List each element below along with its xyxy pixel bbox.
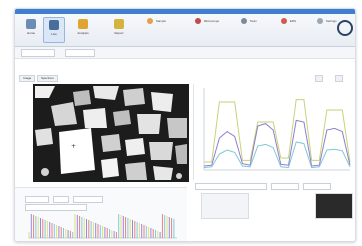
ribbon-group-label: Scan	[249, 18, 257, 23]
line-chart-panel	[193, 84, 355, 180]
ribbon-group-label: Microscope	[203, 18, 220, 23]
document-icon	[114, 19, 124, 29]
ribbon-button-label: Report	[114, 31, 124, 35]
bottom-right-field[interactable]	[195, 183, 267, 190]
ribbon-group-settings[interactable]: Settings	[317, 18, 337, 24]
micrograph-svg: +	[33, 84, 189, 182]
micrograph-image[interactable]: +	[33, 84, 189, 182]
camera-icon	[49, 20, 59, 30]
ribbon-group-eds[interactable]: EDS	[281, 18, 296, 24]
thumbnail-right[interactable]	[315, 193, 353, 219]
ribbon-group-label: Sample	[155, 18, 167, 23]
ribbon-button-label: Analysis	[77, 31, 89, 35]
control-field-1[interactable]	[25, 196, 49, 203]
bottom-right-panel	[193, 181, 355, 241]
ribbon-group-label: Settings	[325, 18, 337, 23]
bottom-right-field-3[interactable]	[303, 183, 331, 190]
control-field-2[interactable]	[53, 196, 69, 203]
ribbon-button-live[interactable]: Live	[43, 17, 65, 43]
bottom-right-field-2[interactable]	[271, 183, 299, 190]
control-field-3[interactable]	[73, 196, 103, 203]
right-select[interactable]	[65, 49, 95, 57]
line-chart	[194, 84, 355, 180]
ribbon-toolbar: Home Live Analysis Report Sample Microsc…	[15, 14, 355, 47]
thumbnail-left[interactable]	[201, 193, 249, 219]
tab-right-2[interactable]	[335, 75, 343, 82]
ribbon-button-report[interactable]: Report	[109, 17, 129, 41]
ribbon-button-label: Live	[51, 32, 57, 36]
bottom-spectrum-chart	[28, 214, 177, 239]
app-window: Home Live Analysis Report Sample Microsc…	[14, 8, 356, 242]
tabs: Image Spectrum	[15, 73, 355, 82]
scan-icon	[241, 18, 247, 24]
control-field-4[interactable]	[25, 204, 87, 211]
svg-text:+: +	[71, 143, 76, 150]
ribbon-group-scan[interactable]: Scan	[241, 18, 257, 24]
gear-icon	[317, 18, 323, 24]
ribbon-button-label: Home	[26, 31, 35, 35]
ribbon-group-sample[interactable]: Sample	[147, 18, 166, 24]
tab-spectrum[interactable]: Spectrum	[37, 75, 58, 82]
ribbon-group-label: EDS	[289, 18, 297, 23]
tab-right-1[interactable]	[315, 75, 323, 82]
filter-strip	[15, 47, 355, 59]
ribbon-group-microscope[interactable]: Microscope	[195, 18, 219, 24]
home-icon	[26, 19, 36, 29]
lower-controls-panel	[15, 187, 187, 241]
ribbon-button-analysis[interactable]: Analysis	[73, 17, 93, 41]
eds-icon	[281, 18, 287, 24]
ribbon-button-home[interactable]: Home	[21, 17, 41, 41]
microscope-icon	[195, 18, 201, 24]
tab-image[interactable]: Image	[19, 75, 36, 82]
sample-icon	[147, 18, 153, 24]
left-select[interactable]	[21, 49, 55, 57]
folder-icon	[78, 19, 88, 29]
settings-icon[interactable]	[337, 20, 353, 36]
